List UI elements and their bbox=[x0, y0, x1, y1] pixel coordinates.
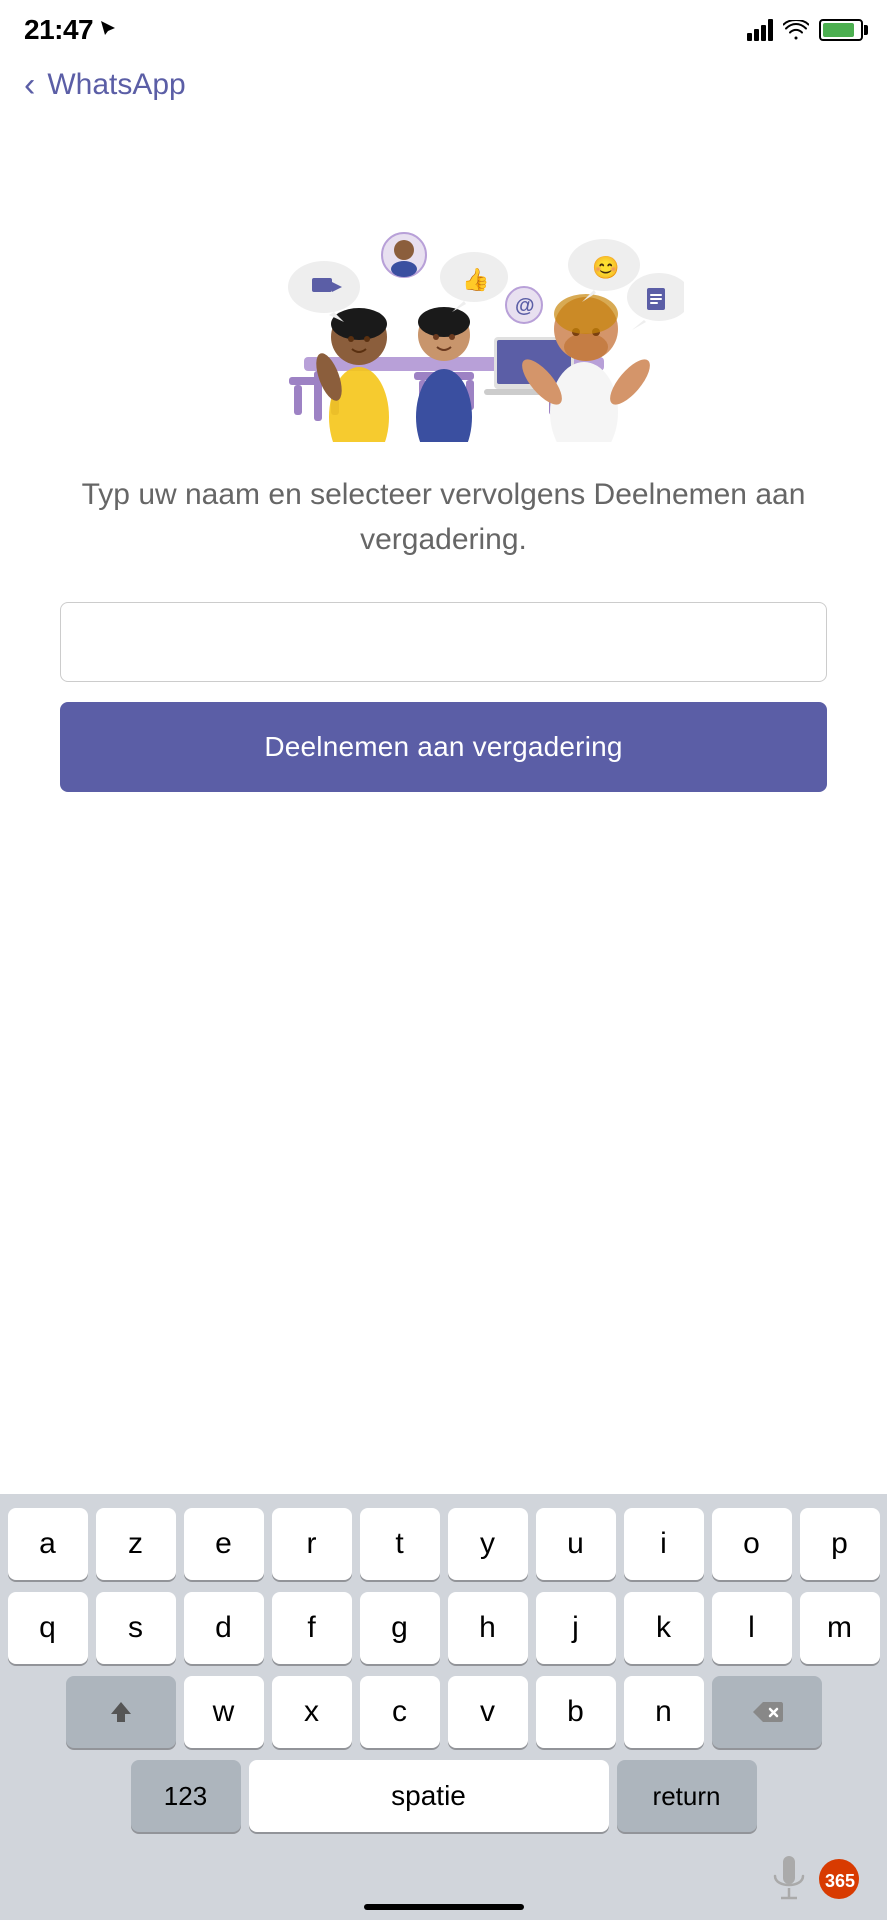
key-y[interactable]: y bbox=[448, 1508, 528, 1580]
nav-bar: ‹ WhatsApp bbox=[0, 54, 887, 122]
key-i[interactable]: i bbox=[624, 1508, 704, 1580]
keyboard: a z e r t y u i o p q s d f g h j k l m … bbox=[0, 1494, 887, 1920]
keyboard-row-3: w x c v b n bbox=[6, 1676, 881, 1748]
key-d[interactable]: d bbox=[184, 1592, 264, 1664]
space-key[interactable]: spatie bbox=[249, 1760, 609, 1832]
whatsapp-back-label: WhatsApp bbox=[47, 68, 185, 102]
status-time: 21:47 bbox=[24, 14, 93, 46]
wifi-icon bbox=[783, 20, 809, 40]
status-bar: 21:47 bbox=[0, 0, 887, 54]
microphone-icon bbox=[769, 1854, 809, 1904]
svg-text:😊: 😊 bbox=[592, 255, 619, 280]
keyboard-row-1: a z e r t y u i o p bbox=[6, 1508, 881, 1580]
svg-text:365: 365 bbox=[825, 1871, 855, 1891]
key-e[interactable]: e bbox=[184, 1508, 264, 1580]
meeting-illustration: 👍 😊 @ bbox=[204, 142, 684, 442]
key-w[interactable]: w bbox=[184, 1676, 264, 1748]
description-text: Typ uw naam en selecteer vervolgens Deel… bbox=[60, 472, 827, 562]
key-p[interactable]: p bbox=[800, 1508, 880, 1580]
numbers-key[interactable]: 123 bbox=[131, 1760, 241, 1832]
key-a[interactable]: a bbox=[8, 1508, 88, 1580]
home-indicator bbox=[364, 1904, 524, 1910]
key-v[interactable]: v bbox=[448, 1676, 528, 1748]
svg-text:@: @ bbox=[515, 295, 535, 317]
delete-key[interactable] bbox=[712, 1676, 822, 1748]
location-arrow-icon bbox=[99, 19, 117, 41]
keyboard-row-4: 123 spatie return bbox=[6, 1760, 881, 1832]
key-o[interactable]: o bbox=[712, 1508, 792, 1580]
key-j[interactable]: j bbox=[536, 1592, 616, 1664]
key-q[interactable]: q bbox=[8, 1592, 88, 1664]
key-z[interactable]: z bbox=[96, 1508, 176, 1580]
illustration-area: 👍 😊 @ bbox=[0, 122, 887, 472]
keyboard-bottom: 365 bbox=[6, 1844, 881, 1920]
key-x[interactable]: x bbox=[272, 1676, 352, 1748]
svg-text:👍: 👍 bbox=[462, 267, 489, 292]
status-icons bbox=[747, 19, 863, 41]
join-meeting-button[interactable]: Deelnemen aan vergadering bbox=[60, 702, 827, 792]
key-n[interactable]: n bbox=[624, 1676, 704, 1748]
key-s[interactable]: s bbox=[96, 1592, 176, 1664]
key-u[interactable]: u bbox=[536, 1508, 616, 1580]
key-h[interactable]: h bbox=[448, 1592, 528, 1664]
key-k[interactable]: k bbox=[624, 1592, 704, 1664]
name-input[interactable] bbox=[60, 602, 827, 682]
signal-icon bbox=[747, 19, 773, 41]
key-b[interactable]: b bbox=[536, 1676, 616, 1748]
key-r[interactable]: r bbox=[272, 1508, 352, 1580]
back-button[interactable]: ‹ bbox=[24, 64, 43, 106]
key-m[interactable]: m bbox=[800, 1592, 880, 1664]
key-g[interactable]: g bbox=[360, 1592, 440, 1664]
keyboard-row-2: q s d f g h j k l m bbox=[6, 1592, 881, 1664]
key-l[interactable]: l bbox=[712, 1592, 792, 1664]
key-t[interactable]: t bbox=[360, 1508, 440, 1580]
battery-icon bbox=[819, 19, 863, 41]
content-area: Typ uw naam en selecteer vervolgens Deel… bbox=[0, 472, 887, 822]
key-f[interactable]: f bbox=[272, 1592, 352, 1664]
shift-key[interactable] bbox=[66, 1676, 176, 1748]
key-c[interactable]: c bbox=[360, 1676, 440, 1748]
office365-logo: 365 bbox=[817, 1857, 861, 1901]
return-key[interactable]: return bbox=[617, 1760, 757, 1832]
